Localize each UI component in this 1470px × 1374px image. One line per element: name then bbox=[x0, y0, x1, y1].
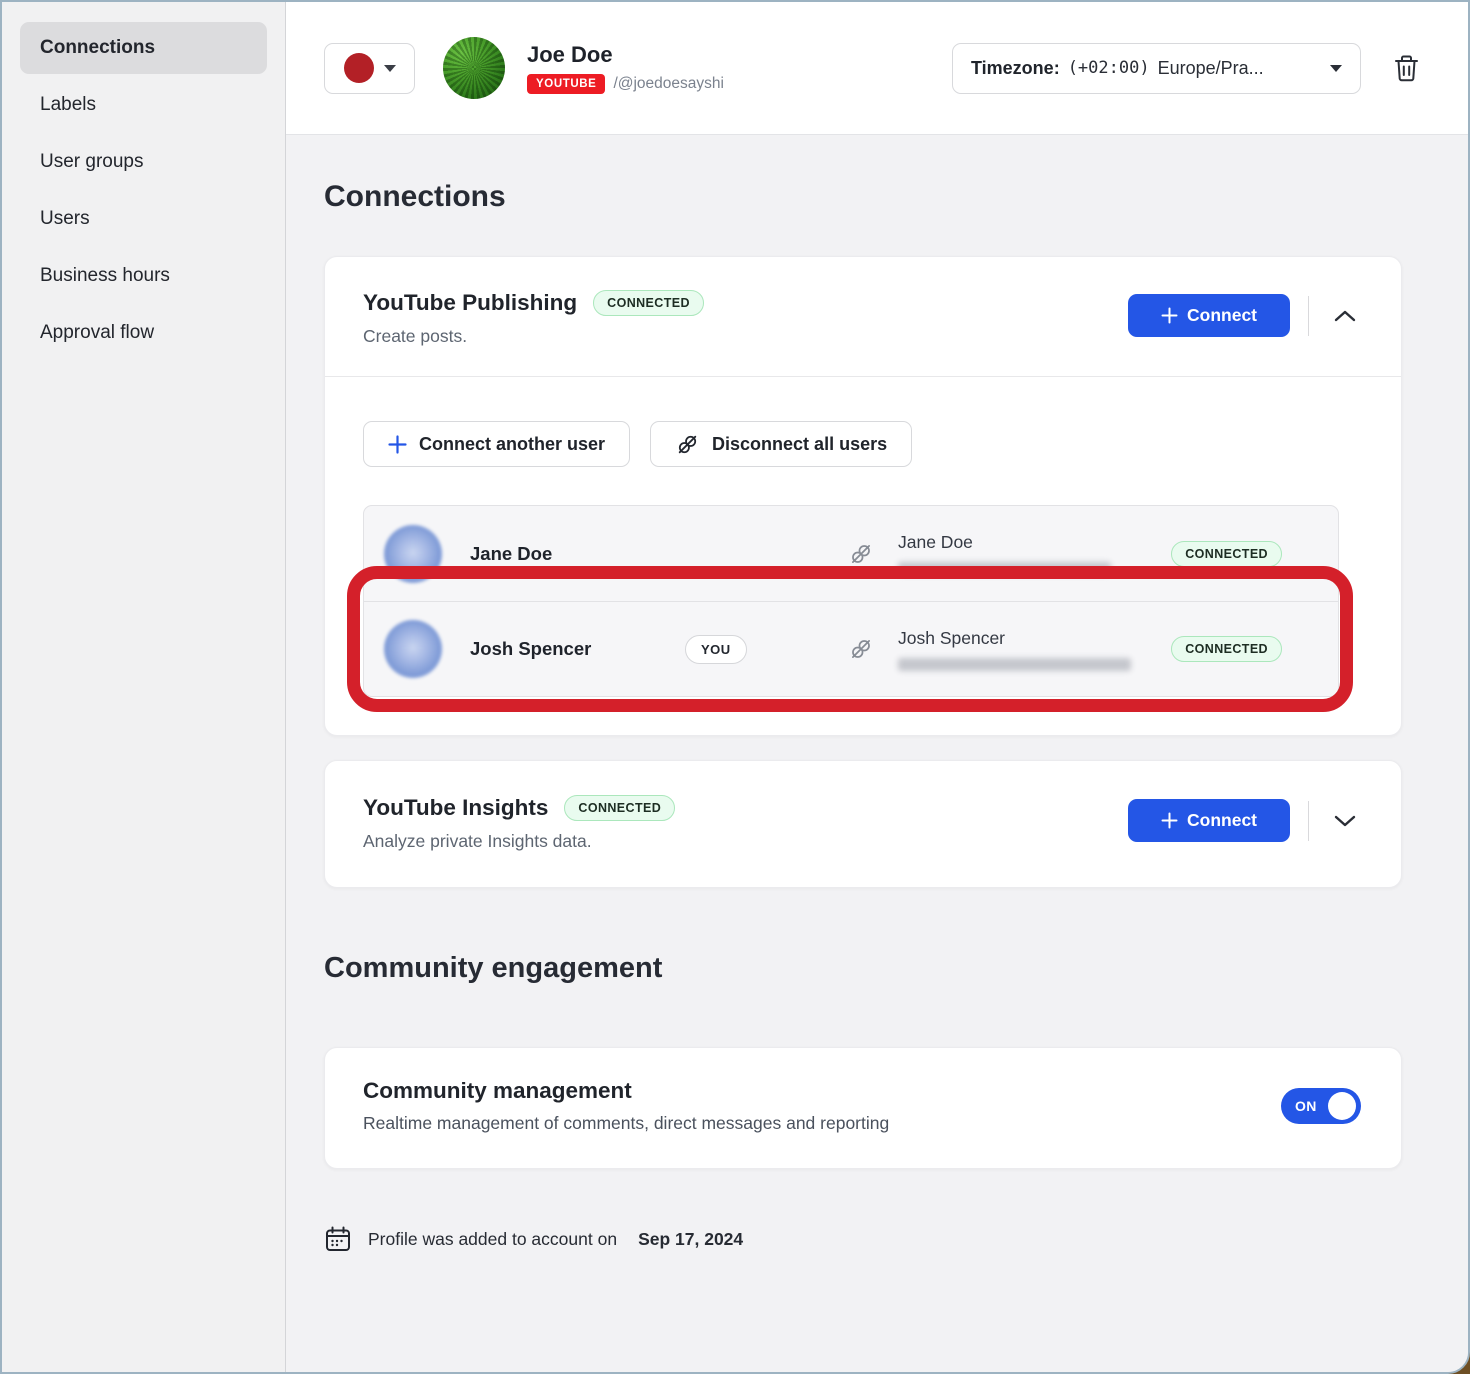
account-details: Josh Spencer bbox=[898, 628, 1171, 671]
sidebar-item-business-hours[interactable]: Business hours bbox=[20, 250, 267, 302]
community-management-subtitle: Realtime management of comments, direct … bbox=[363, 1113, 1281, 1134]
connected-users-list: Jane Doe Jane Doe bbox=[363, 505, 1339, 697]
status-badge: CONNECTED bbox=[593, 290, 704, 316]
connect-another-user-button[interactable]: Connect another user bbox=[363, 421, 630, 467]
unlink-icon[interactable] bbox=[848, 636, 874, 662]
disconnect-all-users-button[interactable]: Disconnect all users bbox=[650, 421, 912, 467]
toggle-on-label: ON bbox=[1295, 1098, 1317, 1114]
profile-handle: /@joedoesayshi bbox=[613, 75, 724, 93]
publishing-card-title: YouTube Publishing bbox=[363, 290, 577, 316]
youtube-publishing-card: YouTube Publishing CONNECTED Create post… bbox=[324, 256, 1402, 736]
network-dot-icon bbox=[344, 53, 374, 83]
youtube-insights-card: YouTube Insights CONNECTED Analyze priva… bbox=[324, 760, 1402, 888]
chevron-down-icon bbox=[1330, 65, 1342, 72]
network-selector-dropdown[interactable] bbox=[324, 43, 415, 94]
profile-added-note: Profile was added to account on Sep 17, … bbox=[324, 1225, 1402, 1253]
plus-icon bbox=[1161, 307, 1178, 324]
profile-info: Joe Doe YOUTUBE /@joedoesayshi bbox=[527, 42, 724, 94]
plus-icon bbox=[1161, 812, 1178, 829]
community-management-title: Community management bbox=[363, 1078, 1281, 1104]
page-title: Connections bbox=[324, 180, 1402, 214]
app-window: Connections Labels User groups Users Bus… bbox=[0, 0, 1470, 1374]
delete-profile-button[interactable] bbox=[1393, 54, 1420, 83]
timezone-region: Europe/Pra... bbox=[1158, 58, 1264, 79]
collapse-card-button[interactable] bbox=[1327, 303, 1363, 329]
sidebar-item-users[interactable]: Users bbox=[20, 193, 267, 245]
timezone-label: Timezone: bbox=[971, 58, 1060, 79]
community-management-card: Community management Realtime management… bbox=[324, 1047, 1402, 1169]
redacted-account-id bbox=[898, 658, 1131, 671]
avatar bbox=[384, 525, 442, 583]
connections-page: Connections YouTube Publishing CONNECTED… bbox=[286, 135, 1468, 1372]
connect-button[interactable]: Connect bbox=[1128, 799, 1290, 842]
content-column: Joe Doe YOUTUBE /@joedoesayshi Timezone:… bbox=[286, 2, 1468, 1372]
status-badge: CONNECTED bbox=[1171, 636, 1282, 662]
sidebar-item-connections[interactable]: Connections bbox=[20, 22, 267, 74]
avatar bbox=[384, 620, 442, 678]
status-badge: CONNECTED bbox=[564, 795, 675, 821]
insights-card-subtitle: Analyze private Insights data. bbox=[363, 831, 1128, 852]
publishing-card-subtitle: Create posts. bbox=[363, 326, 1128, 347]
trash-icon bbox=[1393, 54, 1420, 83]
user-name: Jane Doe bbox=[470, 543, 685, 565]
account-details: Jane Doe bbox=[898, 532, 1171, 575]
avatar bbox=[443, 37, 505, 99]
insights-card-title: YouTube Insights bbox=[363, 795, 548, 821]
profile-header: Joe Doe YOUTUBE /@joedoesayshi Timezone:… bbox=[286, 2, 1468, 135]
sidebar-item-user-groups[interactable]: User groups bbox=[20, 136, 267, 188]
user-name: Josh Spencer bbox=[470, 638, 685, 660]
calendar-icon bbox=[324, 1225, 352, 1253]
settings-sidebar: Connections Labels User groups Users Bus… bbox=[2, 2, 286, 1372]
profile-summary: Joe Doe YOUTUBE /@joedoesayshi bbox=[443, 37, 724, 99]
account-name: Jane Doe bbox=[898, 532, 1171, 553]
redacted-account-id bbox=[898, 562, 1111, 575]
plus-icon bbox=[388, 435, 407, 454]
chevron-up-icon bbox=[1333, 309, 1357, 323]
sidebar-item-approval-flow[interactable]: Approval flow bbox=[20, 307, 267, 359]
timezone-offset: (+02:00) bbox=[1068, 58, 1150, 78]
unlink-icon[interactable] bbox=[848, 541, 874, 567]
timezone-dropdown[interactable]: Timezone: (+02:00) Europe/Pra... bbox=[952, 43, 1361, 94]
community-engagement-title: Community engagement bbox=[324, 952, 1402, 985]
youtube-badge: YOUTUBE bbox=[527, 74, 605, 94]
profile-name: Joe Doe bbox=[527, 42, 724, 67]
profile-subline: YOUTUBE /@joedoesayshi bbox=[527, 74, 724, 94]
expand-card-button[interactable] bbox=[1327, 808, 1363, 834]
account-name: Josh Spencer bbox=[898, 628, 1171, 649]
community-management-toggle[interactable]: ON bbox=[1281, 1088, 1361, 1124]
user-row-josh-spencer[interactable]: Josh Spencer YOU bbox=[364, 601, 1338, 696]
chevron-down-icon bbox=[384, 65, 396, 72]
sidebar-item-labels[interactable]: Labels bbox=[20, 79, 267, 131]
status-badge: CONNECTED bbox=[1171, 541, 1282, 567]
toggle-knob bbox=[1328, 1092, 1356, 1120]
divider bbox=[1308, 296, 1309, 336]
unlink-icon bbox=[675, 432, 700, 457]
divider bbox=[1308, 801, 1309, 841]
chevron-down-icon bbox=[1333, 814, 1357, 828]
you-badge: YOU bbox=[685, 635, 747, 664]
note-date: Sep 17, 2024 bbox=[638, 1229, 743, 1250]
user-row-jane-doe[interactable]: Jane Doe Jane Doe bbox=[364, 506, 1338, 601]
note-text: Profile was added to account on bbox=[368, 1229, 617, 1250]
connect-button[interactable]: Connect bbox=[1128, 294, 1290, 337]
